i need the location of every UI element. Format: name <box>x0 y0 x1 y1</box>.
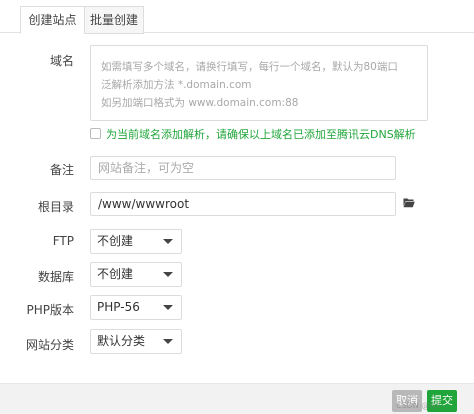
domain-placeholder-line: 如需填写多个域名，请换行填写，每行一个域名，默认为80端口 <box>101 61 398 73</box>
database-label: 数据库 <box>37 270 74 284</box>
chevron-down-icon <box>163 272 173 277</box>
domain-label: 域名 <box>49 54 74 68</box>
dns-checkbox[interactable] <box>90 128 101 139</box>
remark-input[interactable]: 网站备注，可为空 <box>90 156 396 180</box>
tab-batch-create[interactable]: 批量创建 <box>84 6 144 34</box>
root-dir-label: 根目录 <box>37 200 74 214</box>
remark-label: 备注 <box>49 163 74 177</box>
tab-create-site[interactable]: 创建站点 <box>20 6 85 34</box>
ftp-select[interactable]: 不创建 <box>90 229 182 254</box>
ftp-select-value: 不创建 <box>97 234 134 248</box>
folder-open-icon[interactable] <box>403 197 415 208</box>
php-version-label: PHP版本 <box>26 303 75 317</box>
chevron-down-icon <box>163 339 173 344</box>
php-version-select[interactable]: PHP-56 <box>90 295 182 320</box>
category-select[interactable]: 默认分类 <box>90 329 182 354</box>
dns-checkbox-label[interactable]: 为当前域名添加解析，请确保以上域名已添加至腾讯云DNS解析 <box>106 126 416 142</box>
root-dir-input[interactable]: /www/wwwroot <box>90 192 396 216</box>
database-select[interactable]: 不创建 <box>90 262 182 287</box>
domain-placeholder-line: 泛解析添加方法 *.domain.com <box>101 79 252 91</box>
chevron-down-icon <box>163 239 173 244</box>
category-label: 网站分类 <box>25 338 74 352</box>
chevron-down-icon <box>163 305 173 310</box>
domain-textarea[interactable]: 如需填写多个域名，请换行填写，每行一个域名，默认为80端口 泛解析添加方法 *.… <box>90 45 428 121</box>
ftp-label: FTP <box>52 234 74 248</box>
domain-placeholder-line: 如另加端口格式为 www.domain.com:88 <box>101 97 299 109</box>
watermark: CSDN @lyz... <box>396 401 449 410</box>
tab-bar: 创建站点 批量创建 <box>0 0 474 34</box>
php-version-select-value: PHP-56 <box>97 300 140 314</box>
category-select-value: 默认分类 <box>97 334 146 348</box>
database-select-value: 不创建 <box>97 267 134 281</box>
